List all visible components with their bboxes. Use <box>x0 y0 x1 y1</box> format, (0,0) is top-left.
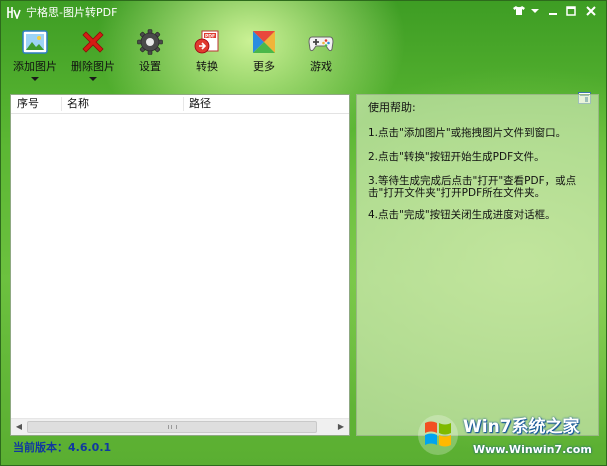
help-title: 使用帮助: <box>368 101 416 114</box>
delete-image-button[interactable]: 删除图片 <box>65 25 121 85</box>
pdf-convert-icon: PDF <box>194 30 219 54</box>
menu-arrow-icon[interactable] <box>528 5 542 19</box>
settings-button[interactable]: 设置 <box>122 25 178 85</box>
app-logo-icon <box>7 6 21 21</box>
watermark-url: Www.Winwin7.com <box>473 443 592 456</box>
help-panel: 使用帮助: 1.点击"添加图片"或拖拽图片文件到窗口。 2.点击"转换"按钮开始… <box>356 94 599 436</box>
column-header-name[interactable]: 名称 <box>67 98 89 110</box>
maximize-icon[interactable] <box>564 5 578 19</box>
horizontal-scrollbar[interactable]: ◀ ▶ <box>11 418 349 435</box>
image-list[interactable]: 序号 名称 路径 ◀ ▶ <box>10 94 350 436</box>
version-status: 当前版本：4.6.0.1 <box>13 441 112 454</box>
scroll-left-icon[interactable]: ◀ <box>11 419 27 435</box>
title-bar[interactable]: 宁格思-图片转PDF <box>1 1 606 25</box>
watermark-brand: Win7系统之家 <box>463 417 580 437</box>
window-title: 宁格思-图片转PDF <box>26 6 118 19</box>
scroll-right-icon[interactable]: ▶ <box>333 419 349 435</box>
more-apps-icon <box>253 31 275 53</box>
close-icon[interactable] <box>584 5 598 19</box>
column-header-index[interactable]: 序号 <box>17 98 39 110</box>
add-image-dropdown-icon[interactable] <box>31 77 39 81</box>
svg-text:PDF: PDF <box>205 33 215 39</box>
grip-icon <box>168 425 177 429</box>
scroll-thumb[interactable] <box>27 421 317 433</box>
add-image-button[interactable]: 添加图片 <box>7 25 63 85</box>
more-label: 更多 <box>253 60 275 73</box>
gamepad-icon <box>308 36 334 52</box>
column-header-path[interactable]: 路径 <box>189 98 211 110</box>
help-step: 2.点击"转换"按钮开始生成PDF文件。 <box>368 151 545 163</box>
column-divider[interactable] <box>61 97 62 111</box>
column-divider[interactable] <box>183 97 184 111</box>
convert-label: 转换 <box>196 60 218 73</box>
help-step: 4.点击"完成"按钮关闭生成进度对话框。 <box>368 209 556 221</box>
delete-image-dropdown-icon[interactable] <box>89 77 97 81</box>
delete-x-icon <box>82 31 104 53</box>
app-window: 宁格思-图片转PDF 添加图片 删除图片 设置 PDF 转换 更多 游戏 序号 … <box>0 0 607 466</box>
gear-icon <box>137 29 163 55</box>
more-button[interactable]: 更多 <box>236 25 292 85</box>
delete-image-label: 删除图片 <box>71 60 115 73</box>
add-image-label: 添加图片 <box>13 60 57 73</box>
settings-label: 设置 <box>139 60 161 73</box>
convert-button[interactable]: PDF 转换 <box>179 25 235 85</box>
toolbar: 添加图片 删除图片 设置 PDF 转换 更多 游戏 <box>1 25 606 104</box>
shirt-skin-icon[interactable] <box>512 5 526 19</box>
help-step: 3.等待生成完成后点击"打开"查看PDF，或点 击"打开文件夹"打开PDF所在文… <box>368 175 577 199</box>
image-icon <box>22 30 48 54</box>
games-button[interactable]: 游戏 <box>293 25 349 85</box>
windows-logo-icon <box>418 415 458 455</box>
help-step: 1.点击"添加图片"或拖拽图片文件到窗口。 <box>368 127 567 139</box>
minimize-icon[interactable] <box>546 5 560 19</box>
list-header: 序号 名称 路径 <box>11 95 349 114</box>
games-label: 游戏 <box>310 60 332 73</box>
